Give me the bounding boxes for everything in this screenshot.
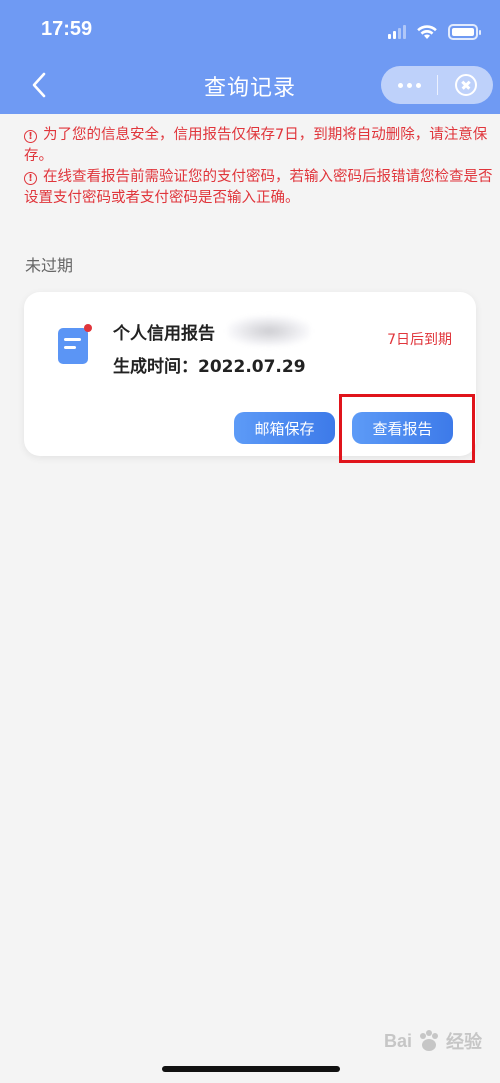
more-menu-button[interactable] xyxy=(381,66,437,104)
watermark: Bai 经验 xyxy=(384,1028,482,1054)
info-icon: ! xyxy=(24,130,37,143)
expire-badge: 7日后到期 xyxy=(387,332,452,348)
status-time: 17:59 xyxy=(41,18,93,40)
status-icons xyxy=(388,22,481,42)
time-value: 2022.07.29 xyxy=(198,357,306,377)
home-indicator[interactable] xyxy=(162,1066,340,1072)
notice-text: 为了您的信息安全，信用报告仅保存7日，到期将自动删除，请注意保存。 xyxy=(24,127,488,164)
notice-list: ! 为了您的信息安全，信用报告仅保存7日，到期将自动删除，请注意保存。 ! 在线查看… xyxy=(24,125,498,209)
close-circle-icon xyxy=(454,74,477,96)
report-title: 个人信用报告 xyxy=(113,324,215,344)
report-generated-time: 生成时间：2022.07.29 xyxy=(113,352,306,377)
email-save-button[interactable]: 邮箱保存 xyxy=(234,412,335,444)
watermark-suffix: 经验 xyxy=(446,1032,482,1052)
document-icon xyxy=(58,324,92,364)
section-label-unexpired: 未过期 xyxy=(25,256,74,275)
watermark-text: Bai xyxy=(383,1030,412,1051)
paw-icon xyxy=(420,1030,438,1051)
highlight-annotation xyxy=(339,394,475,463)
close-mini-program-button[interactable] xyxy=(438,66,493,104)
time-label: 生成时间： xyxy=(113,357,198,377)
wifi-icon xyxy=(417,25,437,39)
redacted-name xyxy=(228,316,310,346)
battery-icon xyxy=(448,24,481,40)
notice-text: 在线查看报告前需验证您的支付密码，若输入密码后报错请您检查是否设置支付密码或者支… xyxy=(24,169,493,206)
info-icon: ! xyxy=(24,172,37,185)
mini-program-capsule xyxy=(381,66,493,104)
notice-item: ! 为了您的信息安全，信用报告仅保存7日，到期将自动删除，请注意保存。 xyxy=(24,125,498,167)
more-dots-icon xyxy=(397,82,403,88)
app-header: 17:59 查询记录 xyxy=(0,0,500,114)
notice-item: ! 在线查看报告前需验证您的支付密码，若输入密码后报错请您检查是否设置支付密码或者… xyxy=(24,167,498,209)
cellular-signal-icon xyxy=(388,25,406,39)
